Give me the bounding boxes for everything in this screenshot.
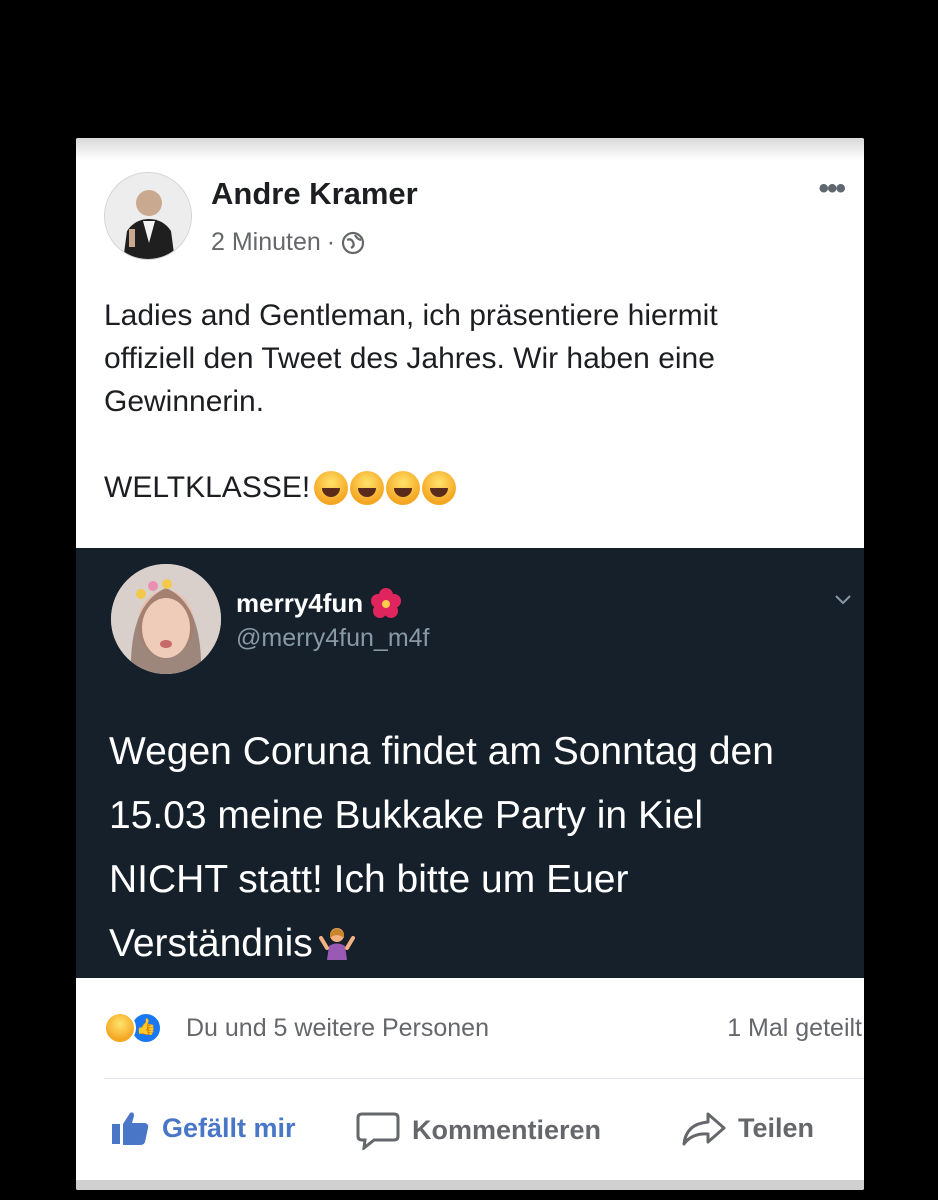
like-button[interactable]: Gefällt mir <box>110 1110 296 1146</box>
comment-button[interactable]: Kommentieren <box>356 1110 601 1150</box>
hibiscus-icon <box>371 588 402 618</box>
tweet-name-text: merry4fun <box>236 587 364 618</box>
card-bottom-bar <box>76 1180 864 1190</box>
post-text-line: offiziell den Tweet des Jahres. Wir habe… <box>104 342 715 375</box>
share-icon <box>682 1112 726 1146</box>
post-exclaim: WELTKLASSE! <box>104 471 311 504</box>
thumbs-up-icon <box>112 1112 149 1145</box>
share-count[interactable]: 1 Mal geteilt <box>727 1014 862 1043</box>
tweet-author-name: merry4fun <box>236 586 403 620</box>
more-options-icon[interactable]: ••• <box>818 172 845 206</box>
tweet-avatar <box>111 564 221 674</box>
post-text-line: Gewinnerin. <box>104 385 265 418</box>
author-avatar[interactable] <box>104 172 192 260</box>
share-button[interactable]: Teilen <box>682 1110 814 1146</box>
divider <box>104 1078 864 1079</box>
embedded-tweet[interactable]: merry4fun @merry4fun_m4f Wegen Coruna fi… <box>76 548 864 978</box>
globe-icon[interactable] <box>341 231 365 255</box>
tweet-text-last-line: Verständnis <box>109 912 849 976</box>
chevron-down-icon[interactable] <box>832 588 854 610</box>
haha-icon <box>104 1012 136 1044</box>
tweet-text: Wegen Coruna findet am Sonntag den 15.03… <box>109 720 849 976</box>
meta-separator: · <box>326 228 336 256</box>
post-text: Ladies and Gentleman, ich präsentiere hi… <box>104 294 844 509</box>
laughing-emoji-row <box>314 470 458 505</box>
reactions-row: 👍 Du und 5 weitere Personen 1 Mal geteil… <box>76 1000 864 1056</box>
post-meta: 2 Minuten · <box>211 228 365 257</box>
tweet-text-line: Verständnis <box>109 922 313 965</box>
shrug-icon <box>318 928 355 960</box>
post-card: Andre Kramer 2 Minuten · ••• Ladies and … <box>76 138 864 1190</box>
like-label: Gefällt mir <box>162 1112 296 1143</box>
tweet-avatar-photo <box>111 564 221 674</box>
comment-label: Kommentieren <box>412 1114 602 1145</box>
reaction-icons[interactable]: 👍 <box>104 1012 162 1044</box>
post-time[interactable]: 2 Minuten <box>211 228 321 257</box>
reaction-summary[interactable]: Du und 5 weitere Personen <box>186 1014 489 1043</box>
action-bar: Gefällt mir Kommentieren Teilen <box>76 1098 864 1158</box>
post-exclaim-line: WELTKLASSE! <box>104 466 844 509</box>
tweet-text-line: 15.03 meine Bukkake Party in Kiel <box>109 794 703 837</box>
laughing-emoji-icon <box>386 470 421 505</box>
author-photo <box>105 173 191 259</box>
rofl-emoji-icon <box>350 470 385 505</box>
tweet-text-line: NICHT statt! Ich bitte um Euer <box>109 858 629 901</box>
author-name[interactable]: Andre Kramer <box>211 176 418 212</box>
post-header: Andre Kramer 2 Minuten · ••• <box>76 138 864 278</box>
tweet-handle: @merry4fun_m4f <box>236 624 430 652</box>
rofl-emoji-icon <box>422 470 457 505</box>
share-label: Teilen <box>738 1112 815 1143</box>
laughing-emoji-icon <box>314 470 349 505</box>
comment-icon <box>356 1112 400 1150</box>
tweet-text-line: Wegen Coruna findet am Sonntag den <box>109 730 774 773</box>
post-text-line: Ladies and Gentleman, ich präsentiere hi… <box>104 299 718 332</box>
